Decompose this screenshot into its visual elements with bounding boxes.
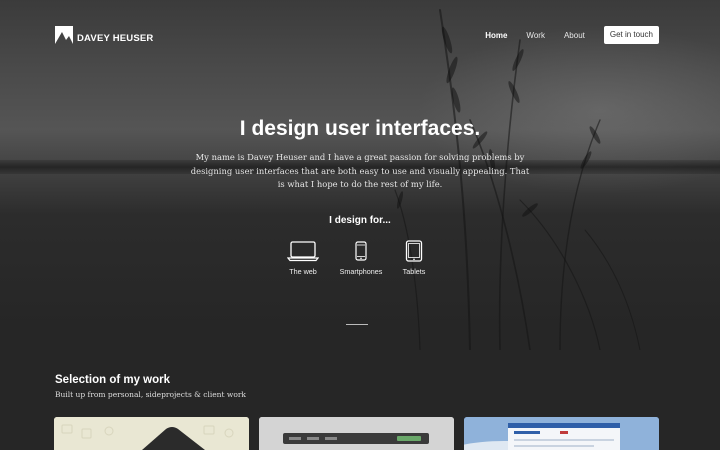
- work-section-title: Selection of my work: [55, 374, 171, 386]
- nav-work[interactable]: Work: [526, 31, 545, 40]
- device-list: The web Smartphones Tablets: [280, 240, 440, 280]
- hero-intro: My name is Davey Heuser and I have a gre…: [190, 152, 530, 189]
- work-thumbnail-3-image: [464, 417, 659, 450]
- get-in-touch-button[interactable]: Get in touch: [603, 26, 659, 44]
- work-thumbnail-2-image: [259, 417, 454, 450]
- device-tablet-label: Tablets: [402, 267, 426, 276]
- nav-about[interactable]: About: [564, 31, 585, 40]
- hero-divider: [346, 324, 368, 325]
- device-smartphone: Smartphones: [336, 240, 386, 276]
- tablet-icon: [405, 240, 423, 262]
- design-for-heading: I design for...: [329, 215, 391, 226]
- work-thumbnail-1-image: [54, 417, 249, 450]
- main-nav: Home Work About Get in touch: [485, 26, 659, 44]
- nav-home[interactable]: Home: [485, 31, 507, 40]
- device-tablet: Tablets: [398, 240, 430, 276]
- hero-headline: I design user interfaces.: [239, 117, 481, 140]
- work-thumbnail-2[interactable]: [259, 417, 454, 450]
- work-thumbnail-3[interactable]: [464, 417, 659, 450]
- brand-name: DAVEY HEUSER: [77, 33, 154, 44]
- work-section-subtitle: Built up from personal, sideprojects & c…: [55, 390, 246, 399]
- logo[interactable]: DAVEY HEUSER: [55, 25, 153, 44]
- logo-mark-icon: [55, 25, 73, 44]
- smartphone-icon: [355, 241, 367, 261]
- device-web: The web: [285, 240, 321, 276]
- laptop-icon: [287, 241, 319, 262]
- work-thumbnail-1[interactable]: [54, 417, 249, 450]
- device-web-label: The web: [289, 267, 317, 276]
- device-smartphone-label: Smartphones: [339, 267, 383, 276]
